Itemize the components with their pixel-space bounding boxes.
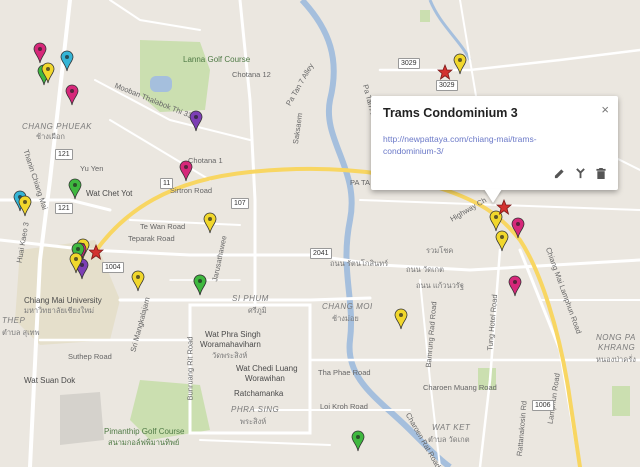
info-window-link-line-2[interactable]: condominium-3/ (383, 146, 443, 156)
map-marker[interactable] (508, 275, 522, 297)
area-label-chang-phueak: CHANG PHUEAK (22, 122, 93, 131)
trash-icon[interactable] (596, 168, 606, 182)
area-label-chang-moi: CHANG MOI (322, 302, 373, 311)
close-icon[interactable]: × (601, 102, 609, 117)
area-label-si-phum-th: ศรีภูมิ (248, 306, 267, 315)
pond (150, 76, 172, 92)
map-marker[interactable] (453, 53, 467, 75)
road-label-sirtron: Sirtron Road (170, 186, 213, 195)
map-marker[interactable] (394, 308, 408, 330)
star-marker[interactable] (87, 243, 105, 260)
poi-label-wat-phra-singh-2: Woramahaviharn (200, 340, 261, 349)
map-marker[interactable] (41, 62, 55, 84)
road-label-loi-kroh: Loi Kroh Road (320, 402, 368, 411)
poi-label-wat-phra-singh-th: วัดพระสิงห์ (212, 351, 248, 360)
map-marker[interactable] (193, 274, 207, 296)
area-label-nong-pa-khrang-th: หนองป่าครั่ง (596, 355, 636, 364)
road-label-chotana1: Chotana 1 (188, 156, 223, 165)
area-label-chang-phueak-th: ช้างเผือก (36, 132, 65, 141)
map-canvas[interactable]: CHANG PHUEAK ช้างเผือก SI PHUM ศรีภูมิ C… (0, 0, 640, 467)
info-window-link-line-1[interactable]: http://newpattaya.com/chiang-mai/trams- (383, 134, 537, 144)
info-window-title: Trams Condominium 3 (383, 106, 518, 120)
area-label-phra-sing-th: พระสิงห์ (240, 417, 267, 426)
route-shield-3029-b: 3029 (436, 80, 458, 91)
paint-bucket-icon[interactable] (575, 168, 586, 182)
poi-label-wat-phra-singh: Wat Phra Singh (205, 330, 261, 339)
road-label-tha-phae: Tha Phae Road (318, 368, 371, 377)
area-label-chang-moi-th: ช้างม่อย (332, 314, 359, 323)
route-shield-121-a: 121 (55, 149, 73, 160)
star-marker[interactable] (436, 63, 454, 80)
area-label-khrang: KHRANG (598, 343, 636, 352)
road-label-bunruang: Bunruang Rit Road (185, 336, 195, 401)
pencil-icon[interactable] (554, 168, 565, 182)
map-marker[interactable] (203, 212, 217, 234)
road-label-yu-yen: Yu Yen (80, 164, 104, 173)
route-shield-107: 107 (231, 198, 249, 209)
route-shield-1006: 1006 (532, 400, 554, 411)
area-label-si-phum: SI PHUM (232, 294, 269, 303)
road-label-te-wan: Te Wan Road (140, 222, 186, 231)
road-label-teparak: Teparak Road (128, 234, 175, 243)
poi-label-pimanthip: Pimanthip Golf Course (104, 427, 185, 436)
area-label-phra-sing: PHRA SING (231, 405, 280, 414)
park-south (60, 392, 104, 445)
map-marker[interactable] (68, 178, 82, 200)
area-label-wat-ket: WAT KET (432, 423, 471, 432)
map-marker[interactable] (179, 160, 193, 182)
map-marker[interactable] (351, 430, 365, 452)
poi-label-cmu-th: มหาวิทยาลัยเชียงใหม่ (24, 306, 95, 315)
route-shield-11: 11 (160, 178, 174, 189)
info-window-actions (554, 168, 606, 182)
poi-label-pimanthip-th: สนามกอล์ฟพิมานทิพย์ (108, 438, 180, 447)
road-label-thai-4: รวมโชค (426, 246, 454, 255)
poi-label-wat-chedi-luang-2: Worawihan (245, 374, 285, 383)
route-shield-2041: 2041 (310, 248, 332, 259)
area-label-thep: THEP (2, 316, 26, 325)
area-label-wat-ket-th: ตำบล วัดเกต (428, 435, 470, 444)
road-label-thai-2: ถนน รัตนโกสินทร์ (330, 259, 389, 268)
area-label-thep-th: ตำบล สุเทพ (2, 328, 40, 337)
route-shield-121-b: 121 (55, 203, 73, 214)
road-label-thai-3: ถนน แก้วนวรัฐ (416, 281, 464, 290)
poi-label-cmu: Chiang Mai University (24, 296, 102, 305)
route-shield-3029-a: 3029 (398, 58, 420, 69)
green-patch-3 (420, 10, 430, 22)
info-window: Trams Condominium 3 × http://newpattaya.… (371, 96, 618, 190)
road-label-suthep: Suthep Road (68, 352, 112, 361)
map-base-layer (0, 0, 640, 467)
info-window-tail (484, 189, 502, 203)
info-window-link[interactable]: http://newpattaya.com/chiang-mai/trams- … (383, 133, 583, 157)
map-marker[interactable] (189, 110, 203, 132)
area-label-nong-pa: NONG PA (596, 333, 636, 342)
poi-label-wat-suan-dok: Wat Suan Dok (24, 376, 76, 385)
map-marker[interactable] (65, 84, 79, 106)
map-marker[interactable] (33, 42, 47, 64)
poi-label-wat-chet-yot: Wat Chet Yot (86, 189, 133, 198)
map-marker[interactable] (18, 195, 32, 217)
road-label-pa-tan-thai: PA TA (350, 178, 371, 187)
map-marker[interactable] (69, 252, 83, 274)
poi-label-lanna-golf: Lanna Golf Course (183, 55, 251, 64)
map-marker[interactable] (60, 50, 74, 72)
green-patch-2 (612, 386, 630, 416)
map-marker[interactable] (495, 230, 509, 252)
road-label-charoen-muang: Charoen Muang Road (423, 383, 497, 392)
route-shield-1004: 1004 (102, 262, 124, 273)
map-marker[interactable] (511, 217, 525, 239)
poi-label-wat-chedi-luang: Wat Chedi Luang (236, 364, 298, 373)
map-marker[interactable] (131, 270, 145, 292)
poi-label-ratchamanka: Ratchamanka (234, 389, 284, 398)
road-label-thai-1: ถนน วัดเกต (406, 265, 444, 274)
road-label-chotana12: Chotana 12 (232, 70, 271, 79)
